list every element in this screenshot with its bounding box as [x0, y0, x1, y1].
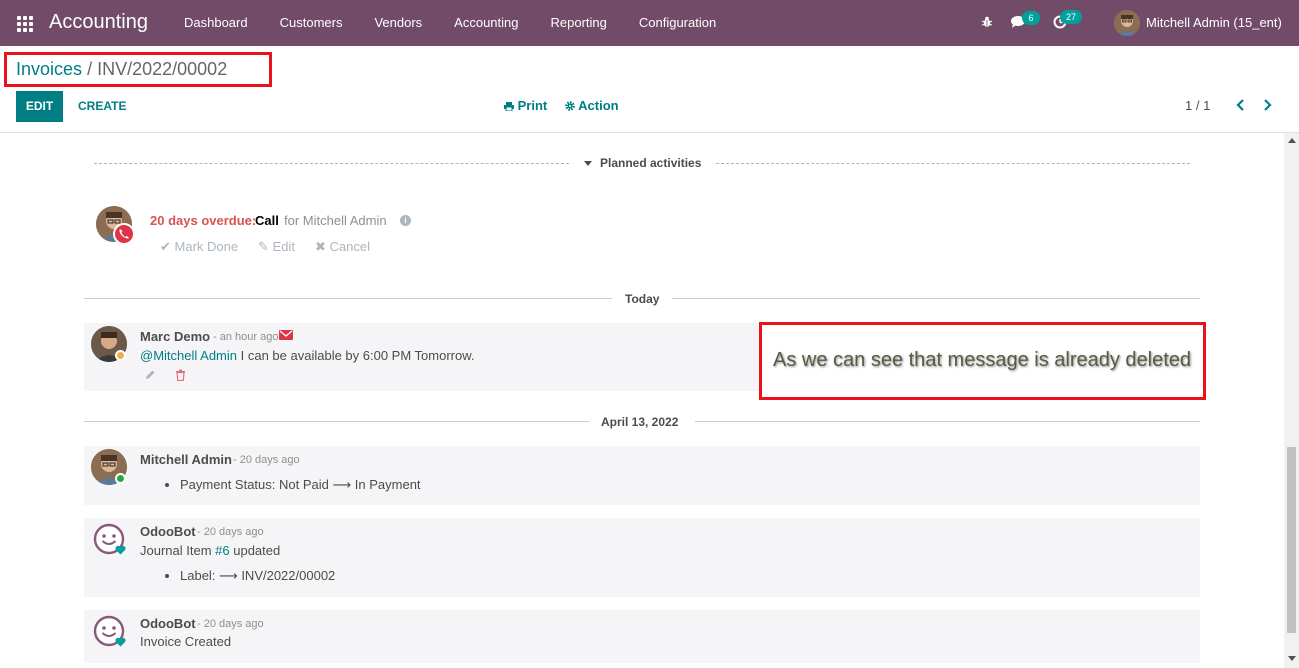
- print-label: Print: [517, 98, 548, 113]
- messages-count-badge: 6: [1022, 11, 1040, 25]
- trash-icon[interactable]: [175, 369, 186, 381]
- user-avatar[interactable]: [1114, 10, 1140, 36]
- annotation-highlight-breadcrumb: [4, 52, 272, 87]
- message-author[interactable]: OdooBot: [140, 524, 196, 539]
- message-date: - 20 days ago: [233, 454, 300, 466]
- printer-icon: [504, 102, 514, 112]
- journal-item-link[interactable]: #6: [215, 543, 229, 558]
- heart-icon: [115, 545, 126, 555]
- envelope-icon: [279, 330, 293, 340]
- mark-done-button[interactable]: ✔ Mark Done: [160, 239, 238, 255]
- menu-item-reporting[interactable]: Reporting: [535, 0, 623, 46]
- message-body: @Mitchell Admin I can be available by 6:…: [140, 348, 475, 363]
- mention-link[interactable]: @Mitchell Admin: [140, 348, 237, 363]
- gear-icon: [565, 101, 575, 111]
- cancel-activity-label: Cancel: [329, 239, 370, 254]
- planned-activities-divider-left: [94, 163, 569, 164]
- today-divider-left: [84, 298, 612, 299]
- check-icon: ✔: [160, 239, 171, 254]
- arrow-right-icon: ⟶: [219, 568, 238, 583]
- pencil-icon: ✎: [258, 239, 269, 254]
- main-menu: Dashboard Customers Vendors Accounting R…: [168, 0, 732, 46]
- date-separator-today: Today: [625, 292, 660, 306]
- date-separator-april: April 13, 2022: [601, 415, 679, 429]
- message-text: I can be available by 6:00 PM Tomorrow.: [237, 348, 475, 363]
- message-text-prefix: Journal Item: [140, 543, 216, 558]
- message-body: Journal Item #6 updated: [140, 543, 280, 558]
- tracking-field: Label:: [180, 568, 216, 583]
- cancel-activity-button[interactable]: ✖ Cancel: [315, 239, 370, 255]
- menu-item-dashboard[interactable]: Dashboard: [168, 0, 264, 46]
- info-icon[interactable]: i: [400, 215, 411, 226]
- scrollbar-thumb[interactable]: [1287, 447, 1296, 633]
- scroll-down-arrow-icon[interactable]: [1288, 656, 1296, 661]
- phone-icon: [113, 223, 135, 245]
- online-status-icon: [115, 473, 126, 484]
- away-status-icon: [115, 350, 126, 361]
- caret-down-icon[interactable]: [584, 161, 592, 166]
- scroll-up-arrow-icon[interactable]: [1288, 138, 1296, 143]
- mark-done-label: Mark Done: [174, 239, 239, 254]
- pager-value[interactable]: 1 / 1: [1185, 98, 1210, 113]
- message-date: - 20 days ago: [197, 526, 264, 538]
- menu-item-accounting[interactable]: Accounting: [438, 0, 534, 46]
- message-author[interactable]: Marc Demo: [140, 329, 210, 344]
- user-menu[interactable]: Mitchell Admin (15_ent): [1146, 15, 1282, 30]
- list-bullet: [165, 574, 169, 578]
- planned-activities-divider-right: [716, 163, 1190, 164]
- message-date: - an hour ago: [213, 331, 279, 343]
- tracking-old-value: Not Paid: [279, 477, 329, 492]
- tracking-field: Payment Status:: [180, 477, 276, 492]
- activities-count-badge: 27: [1060, 10, 1082, 24]
- message-date: - 20 days ago: [197, 618, 264, 630]
- tracking-new-value: INV/2022/00002: [241, 568, 336, 583]
- tracking-value: Payment Status: Not Paid ⟶ In Payment: [180, 477, 421, 493]
- top-navbar: Accounting Dashboard Customers Vendors A…: [0, 0, 1299, 46]
- chevron-right-icon[interactable]: [1262, 97, 1274, 113]
- message-body: Invoice Created: [140, 634, 232, 649]
- edit-button[interactable]: EDIT: [16, 91, 63, 122]
- activity-overdue-label: 20 days overdue:: [150, 213, 257, 228]
- tracking-value: Label: ⟶ INV/2022/00002: [180, 568, 335, 584]
- chevron-left-icon[interactable]: [1234, 97, 1246, 113]
- menu-item-customers[interactable]: Customers: [264, 0, 359, 46]
- date-divider-left: [84, 421, 589, 422]
- pencil-icon[interactable]: [144, 369, 156, 381]
- print-button[interactable]: Print: [504, 98, 547, 113]
- edit-activity-label: Edit: [272, 239, 295, 254]
- menu-item-vendors[interactable]: Vendors: [358, 0, 438, 46]
- apps-menu-icon[interactable]: [17, 16, 33, 32]
- edit-activity-button[interactable]: ✎ Edit: [258, 239, 295, 255]
- tracking-new-value: In Payment: [354, 477, 421, 492]
- menu-item-configuration[interactable]: Configuration: [623, 0, 732, 46]
- bug-icon[interactable]: [981, 16, 993, 28]
- app-name[interactable]: Accounting: [49, 11, 148, 34]
- arrow-right-icon: ⟶: [332, 477, 352, 492]
- create-button[interactable]: CREATE: [78, 91, 126, 122]
- message-author[interactable]: OdooBot: [140, 616, 196, 631]
- control-panel-divider: [0, 132, 1299, 133]
- heart-icon: [115, 637, 126, 647]
- list-bullet: [165, 483, 169, 487]
- activity-type: Call: [255, 213, 279, 228]
- date-divider-right: [695, 421, 1200, 422]
- message-author[interactable]: Mitchell Admin: [140, 452, 232, 467]
- message-text-suffix: updated: [229, 543, 281, 558]
- planned-activities-toggle[interactable]: Planned activities: [600, 156, 701, 170]
- action-label: Action: [578, 98, 619, 113]
- close-icon: ✖: [315, 239, 326, 254]
- today-divider-right: [672, 298, 1200, 299]
- annotation-text: As we can see that message is already de…: [773, 349, 1192, 371]
- activity-assignee: for Mitchell Admin: [284, 213, 387, 228]
- action-button[interactable]: Action: [565, 98, 619, 113]
